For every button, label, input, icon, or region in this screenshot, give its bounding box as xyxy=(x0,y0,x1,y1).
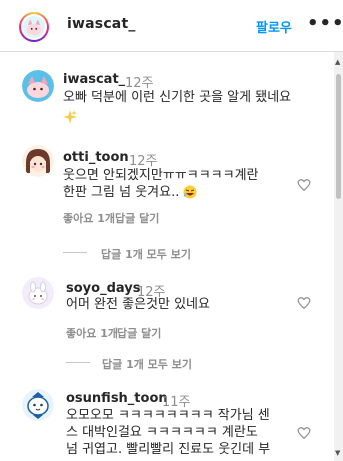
comment-text-line: 웃으면 안되겠지만ㅠㅠㅋㅋㅋㅋ계란 xyxy=(63,168,259,183)
comment-text-line: 스 대박인걸요 ㅋㅋㅋㅋㅋㅋ 계란도 xyxy=(66,425,258,440)
scrollbar-thumb[interactable] xyxy=(336,74,341,199)
replies-divider-line xyxy=(63,252,87,253)
likes-count[interactable]: 좋아요 1개 xyxy=(63,210,115,226)
post-header: iwascat_ 팔로우 ••• xyxy=(0,0,343,52)
comment-username[interactable]: otti_toon xyxy=(63,150,129,165)
comment-username[interactable]: osunfish_toon xyxy=(66,391,168,406)
view-replies-button[interactable]: 답글 1개 모두 보기 xyxy=(101,246,191,262)
more-options-icon[interactable]: ••• xyxy=(307,13,343,34)
likes-count[interactable]: 좋아요 1개 xyxy=(66,325,118,341)
reply-button[interactable]: 답글 달기 xyxy=(117,325,161,341)
rofl-emoji-icon xyxy=(183,185,197,199)
cat-avatar-image xyxy=(22,70,54,102)
comment-text: 어머 완전 좋은것만 있네요 xyxy=(66,297,210,312)
comment-text: 한판 그림 넘 웃겨요.. xyxy=(63,185,180,200)
caption-username[interactable]: iwascat_ xyxy=(63,72,125,87)
bunny-avatar-image xyxy=(22,277,54,309)
heart-outline-icon[interactable] xyxy=(297,178,311,192)
sunfish-avatar-image xyxy=(22,389,54,421)
commenter-avatar[interactable] xyxy=(22,277,54,309)
comment-text-line: 넘 귀엽고. 빨리빨리 진료도 웃긴데 부 xyxy=(66,442,271,457)
girl-avatar-image xyxy=(22,145,54,177)
replies-divider-line xyxy=(66,362,90,363)
caption-text: 오빠 덕분에 이런 신기한 곳을 알게 됐네요 xyxy=(63,90,292,105)
scroll-down-arrow-icon[interactable]: ▼ xyxy=(335,449,340,457)
commenter-avatar[interactable] xyxy=(22,145,54,177)
heart-outline-icon[interactable] xyxy=(297,426,311,440)
comment-text-line: 오모오모 ㅋㅋㅋㅋㅋㅋㅋㅋ 작가님 센 xyxy=(66,408,270,423)
cat-avatar-image xyxy=(23,16,45,38)
header-avatar[interactable] xyxy=(19,12,49,42)
header-username[interactable]: iwascat_ xyxy=(67,16,136,32)
follow-button[interactable]: 팔로우 xyxy=(256,17,292,36)
scroll-up-arrow-icon[interactable]: ▲ xyxy=(335,58,340,66)
comment-username[interactable]: soyo_days xyxy=(66,281,140,296)
heart-outline-icon[interactable] xyxy=(297,296,311,310)
view-replies-button[interactable]: 답글 1개 모두 보기 xyxy=(102,356,192,372)
comment-text-line: 한판 그림 넘 웃겨요.. xyxy=(63,184,197,202)
sparkles-emoji-icon xyxy=(63,110,77,124)
caption-avatar[interactable] xyxy=(22,70,54,102)
reply-button[interactable]: 답글 달기 xyxy=(115,210,159,226)
commenter-avatar[interactable] xyxy=(22,389,54,421)
scrollbar[interactable]: ▲ ▼ xyxy=(334,52,343,461)
